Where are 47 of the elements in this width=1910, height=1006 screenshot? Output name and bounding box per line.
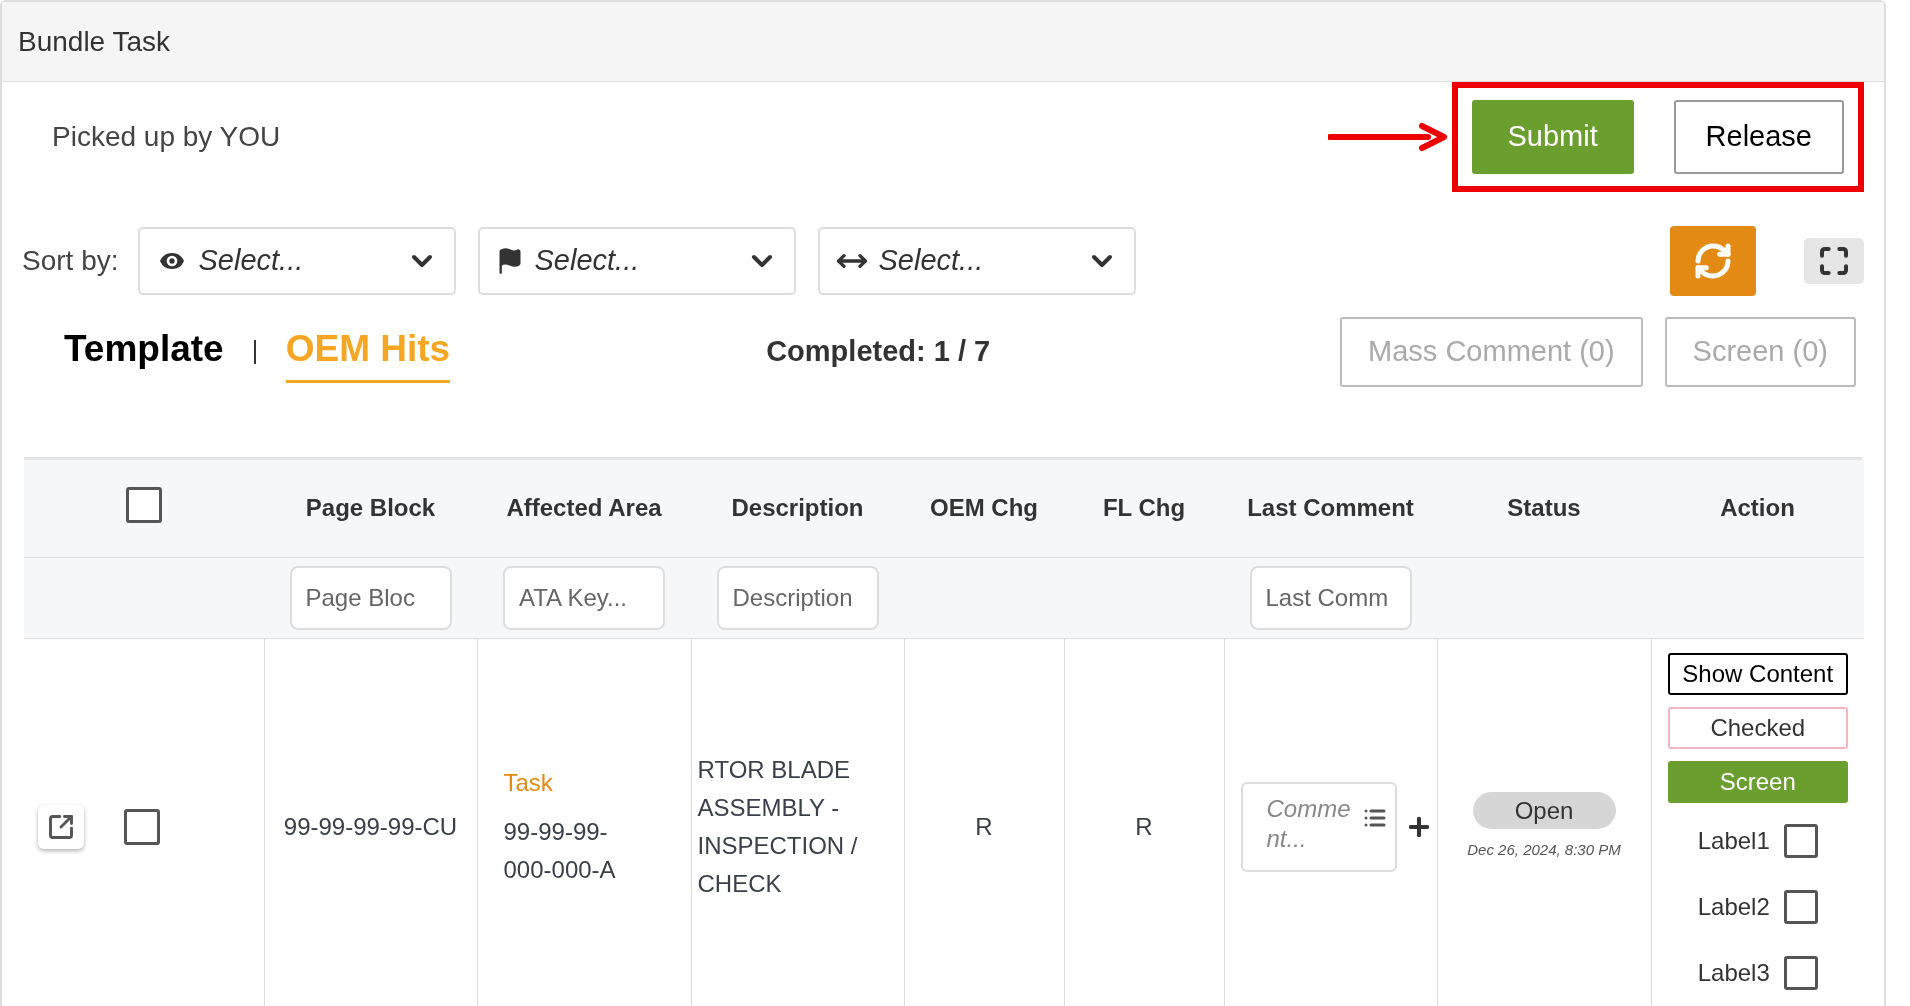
label-text: Label1 xyxy=(1697,825,1770,856)
checkbox[interactable] xyxy=(1783,823,1818,858)
picked-up-text: Picked up by YOU xyxy=(52,120,281,154)
window-title: Bundle Task xyxy=(18,24,171,59)
task-label: Task xyxy=(503,768,553,798)
table-cell: R xyxy=(975,813,993,840)
refresh-button[interactable] xyxy=(1670,226,1756,296)
column-header: OEM Chg xyxy=(904,460,1064,557)
checkbox[interactable] xyxy=(1783,955,1818,990)
sort-select[interactable]: Select... xyxy=(138,227,457,295)
checkbox[interactable] xyxy=(124,809,160,845)
sort-select[interactable]: Select... xyxy=(478,227,797,295)
release-button[interactable]: Release xyxy=(1673,100,1844,174)
fullscreen-button[interactable] xyxy=(1804,238,1864,284)
column-header: Action xyxy=(1651,460,1864,557)
table-cell-text: RTOR BLADE ASSEMBLY - INSPECTION / CHECK xyxy=(697,755,859,899)
arrow-icon xyxy=(1327,122,1448,152)
column-header: Page Block xyxy=(264,460,477,557)
column-header: Status xyxy=(1437,460,1651,557)
label-text: Label3 xyxy=(1697,957,1770,988)
filter-field[interactable]: ATA Key... xyxy=(503,565,665,630)
table-cell: R xyxy=(1135,813,1153,840)
refresh-icon xyxy=(1693,241,1733,281)
label-text: Label2 xyxy=(1697,891,1770,922)
table-cell: 99-99-99-99-CU xyxy=(283,813,458,840)
status-date: Dec 26, 2024, 8:30 PM xyxy=(1467,840,1621,861)
filter-field[interactable]: Last Comm xyxy=(1249,565,1412,630)
column-header: Affected Area xyxy=(477,460,691,557)
column-header: Description xyxy=(691,460,904,557)
checked-button[interactable]: Checked xyxy=(1667,706,1848,749)
filter-field[interactable]: Description xyxy=(716,565,879,630)
open-link-button[interactable] xyxy=(38,805,84,849)
status-badge: Open xyxy=(1472,792,1616,830)
comment-field[interactable]: Comment... xyxy=(1240,782,1397,872)
checkbox[interactable] xyxy=(1783,889,1818,924)
column-header: FL Chg xyxy=(1064,460,1224,557)
sort-select[interactable]: Select... xyxy=(818,227,1137,295)
table-cell-text: 99-99-99-000-000-A xyxy=(503,817,617,885)
external-link-icon xyxy=(47,813,75,841)
column-header: Last Comment xyxy=(1224,460,1437,557)
show-content-button[interactable]: Show Content xyxy=(1667,652,1848,695)
filter-field[interactable]: Page Bloc xyxy=(289,565,452,630)
tab[interactable]: Template xyxy=(64,320,224,384)
fullscreen-icon xyxy=(1818,245,1850,277)
completed-count: Completed: 1 / 7 xyxy=(766,334,991,370)
sort-label: Sort by: xyxy=(22,244,119,278)
checkbox[interactable] xyxy=(126,486,162,523)
